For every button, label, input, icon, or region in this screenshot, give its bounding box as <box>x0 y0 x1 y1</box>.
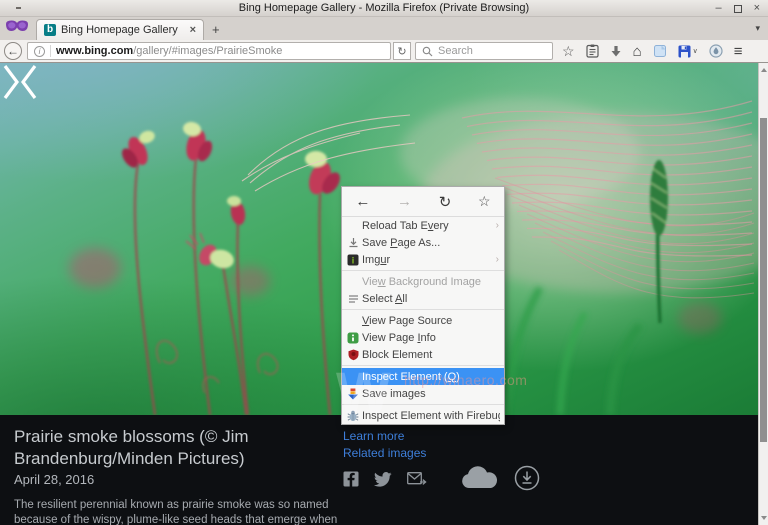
url-divider <box>50 45 51 57</box>
facebook-icon[interactable] <box>343 471 359 487</box>
menu-item-view-page-info[interactable]: View Page Info <box>342 329 504 346</box>
menu-icon-spacer <box>346 315 360 327</box>
navigation-toolbar: ← i www.bing.com/gallery/#images/Prairie… <box>0 40 768 63</box>
addon-badge-icon[interactable] <box>709 44 723 58</box>
menu-separator <box>342 365 504 366</box>
save-addon-chevron-icon[interactable]: ∨ <box>693 47 698 55</box>
email-share-icon[interactable] <box>407 472 427 486</box>
download-image-icon[interactable] <box>514 465 540 491</box>
vertical-scrollbar[interactable] <box>758 63 768 525</box>
minimize-button[interactable]: – <box>715 3 721 14</box>
private-browsing-mask-icon <box>4 19 30 39</box>
menu-item-save-images[interactable]: Save images <box>342 385 504 402</box>
info-icon <box>346 332 360 344</box>
downloads-icon[interactable] <box>610 45 622 58</box>
scroll-down-icon[interactable] <box>759 512 768 524</box>
menu-item-label: View Background Image <box>362 276 500 288</box>
restore-button[interactable] <box>734 5 742 13</box>
menu-icon-spacer <box>346 276 360 288</box>
window-title: Bing Homepage Gallery - Mozilla Firefox … <box>239 2 529 14</box>
url-bar[interactable]: i www.bing.com/gallery/#images/PrairieSm… <box>27 42 391 60</box>
menu-item-block-element[interactable]: Block Element <box>342 346 504 363</box>
imgur-icon: i <box>346 254 360 266</box>
page-addon-icon[interactable] <box>653 44 667 58</box>
tab-bing-homepage-gallery[interactable]: b Bing Homepage Gallery × <box>36 19 204 40</box>
menu-item-select-all[interactable]: Select All <box>342 290 504 307</box>
menu-nav-bookmark-star-icon[interactable]: ☆ <box>478 193 491 210</box>
bookmarks-menu-icon[interactable] <box>586 44 599 58</box>
menu-item-label: Inspect Element with Firebug <box>362 410 500 422</box>
menu-item-label: Reload Tab Every <box>362 220 496 232</box>
image-info-panel: Prairie smoke blossoms (© Jim Brandenbur… <box>0 415 758 525</box>
menu-nav-reload-icon[interactable]: ↻ <box>439 193 452 211</box>
menu-item-view-background-image: View Background Image <box>342 273 504 290</box>
url-path: /gallery/#images/PrairieSmoke <box>133 45 282 57</box>
submenu-arrow-icon: › <box>496 220 500 231</box>
twitter-icon[interactable] <box>374 472 392 487</box>
new-tab-button[interactable]: + <box>212 22 220 37</box>
menu-item-save-page-as[interactable]: Save Page As... <box>342 234 504 251</box>
menu-nav-forward-icon[interactable]: → <box>397 193 412 210</box>
menu-item-reload-tab-every[interactable]: Reload Tab Every› <box>342 217 504 234</box>
menu-item-label: View Page Info <box>362 332 500 344</box>
menu-icon-spacer <box>346 220 360 232</box>
save-page-icon <box>346 237 360 249</box>
url-host: www.bing.com <box>56 45 133 57</box>
svg-text:i: i <box>352 255 355 265</box>
image-date: April 28, 2016 <box>14 472 94 487</box>
search-input[interactable]: Search <box>415 42 553 60</box>
menu-item-imgur[interactable]: i Imgur› <box>342 251 504 268</box>
url-text[interactable]: www.bing.com/gallery/#images/PrairieSmok… <box>56 45 282 57</box>
menu-icon[interactable]: ≡ <box>734 43 743 60</box>
save-addon-button[interactable]: ∨ <box>678 45 698 58</box>
image-description: The resilient perennial known as prairie… <box>14 498 356 525</box>
menu-separator <box>342 309 504 310</box>
search-placeholder: Search <box>438 45 473 57</box>
back-button[interactable]: ← <box>4 42 22 60</box>
carousel-next-icon[interactable] <box>0 63 22 101</box>
save-images-icon <box>346 388 360 400</box>
menu-item-label: View Page Source <box>362 315 500 327</box>
menu-item-inspect-element-firebug[interactable]: Inspect Element with Firebug <box>342 407 504 424</box>
reload-button[interactable]: ↻ <box>393 42 411 60</box>
menu-item-label: Save Page As... <box>362 237 500 249</box>
scrollbar-thumb[interactable] <box>760 118 767 442</box>
menu-item-view-page-source[interactable]: View Page Source <box>342 312 504 329</box>
title-bar: Bing Homepage Gallery - Mozilla Firefox … <box>0 0 768 17</box>
menu-nav-back-icon[interactable]: ← <box>355 193 370 210</box>
save-floppy-icon <box>678 45 691 58</box>
home-icon[interactable]: ⌂ <box>633 44 642 59</box>
search-icon <box>422 46 433 57</box>
list-all-tabs-icon[interactable]: ▾ <box>755 23 760 34</box>
submenu-arrow-icon: › <box>496 254 500 265</box>
menu-item-label: Imgur <box>362 254 496 266</box>
menu-separator <box>342 270 504 271</box>
firebug-icon <box>346 410 360 422</box>
menu-item-label: Save images <box>362 388 500 400</box>
bing-favicon: b <box>44 24 56 36</box>
site-info-icon[interactable]: i <box>34 46 45 57</box>
menu-item-label: Block Element <box>362 349 500 361</box>
learn-more-link[interactable]: Learn more <box>343 428 426 445</box>
scroll-up-icon[interactable] <box>759 64 768 76</box>
onedrive-icon[interactable] <box>460 466 498 490</box>
menu-icon-spacer <box>346 371 360 383</box>
menu-item-label: Inspect Element (Q) <box>362 371 500 383</box>
context-menu: ←→↻☆ Reload Tab Every›Save Page As...iIm… <box>341 186 505 425</box>
image-title: Prairie smoke blossoms (© Jim Brandenbur… <box>14 426 274 470</box>
close-button[interactable]: × <box>754 3 760 14</box>
window-menu-icon[interactable] <box>16 7 21 9</box>
related-images-link[interactable]: Related images <box>343 445 426 462</box>
menu-item-label: Select All <box>362 293 500 305</box>
tab-title: Bing Homepage Gallery <box>61 24 185 36</box>
block-shield-icon <box>346 349 360 361</box>
select-all-icon <box>346 293 360 305</box>
menu-item-inspect-element[interactable]: Inspect Element (Q) <box>342 368 504 385</box>
tab-close-icon[interactable]: × <box>190 24 196 36</box>
menu-separator <box>342 404 504 405</box>
bookmark-star-icon[interactable]: ☆ <box>562 44 575 58</box>
context-menu-nav-row: ← → ↻ ☆ <box>342 187 504 217</box>
tab-bar: b Bing Homepage Gallery × + ▾ <box>0 17 768 40</box>
